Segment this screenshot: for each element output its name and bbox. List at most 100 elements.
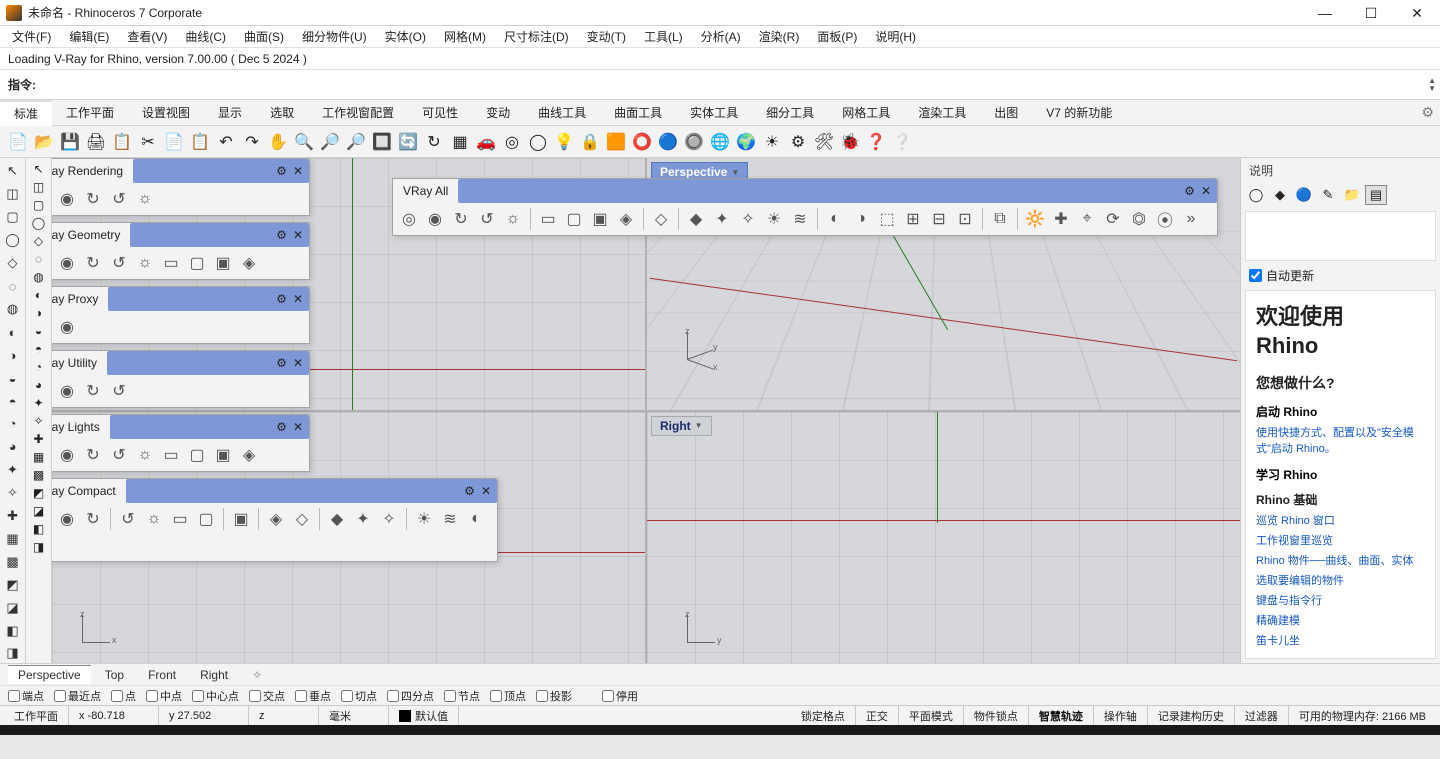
toolbar-tool-icon[interactable]: ◆: [684, 207, 708, 231]
toolbar-tool-icon[interactable]: ≋: [438, 507, 462, 531]
toolbar-tool-icon[interactable]: ▣: [211, 251, 235, 275]
open-file-icon[interactable]: 📂: [32, 130, 56, 154]
osnap-checkbox[interactable]: [536, 690, 548, 702]
menu-item[interactable]: 说明(H): [867, 26, 924, 47]
vray-utility-toolbar[interactable]: VRay Utility⚙✕ ◎◉↻↺: [52, 350, 310, 408]
toolbar-tab[interactable]: 工作平面: [52, 100, 128, 126]
window-maximize-button[interactable]: ☐: [1348, 0, 1394, 26]
left-tool-icon[interactable]: ✦: [33, 396, 43, 410]
toolbar-tab[interactable]: 网格工具: [828, 100, 904, 126]
left-tool-icon[interactable]: ◪: [3, 598, 23, 617]
close-icon[interactable]: ✕: [293, 164, 303, 178]
toolbar-tool-icon[interactable]: ✦: [351, 507, 375, 531]
viewport-label[interactable]: Right ▼: [651, 416, 712, 436]
pen-tab-icon[interactable]: ✎: [1317, 185, 1339, 205]
copy-icon[interactable]: 📄: [162, 130, 186, 154]
left-tool-icon[interactable]: ✦: [3, 460, 23, 479]
toolbar-tool-icon[interactable]: ↻: [81, 379, 105, 403]
rotate-view-icon[interactable]: 🔄: [396, 130, 420, 154]
pan-icon[interactable]: ✋: [266, 130, 290, 154]
toolbar-tab[interactable]: 可见性: [408, 100, 472, 126]
menu-item[interactable]: 面板(P): [809, 26, 865, 47]
toolbar-tool-icon[interactable]: ↻: [81, 443, 105, 467]
toolbar-tool-icon[interactable]: ☀: [412, 507, 436, 531]
vray-compact-toolbar[interactable]: VRay Compact⚙✕ ◎◉↻↺☼▭▢▣◈◇◆✦✧☀≋◐◑: [52, 478, 498, 562]
command-scroll-icon[interactable]: ▲▼: [1428, 77, 1436, 93]
left-tool-icon[interactable]: ◐: [3, 323, 23, 342]
left-tool-icon[interactable]: ✧: [33, 414, 43, 428]
help-tab-icon[interactable]: ▤: [1365, 185, 1387, 205]
left-tool-icon[interactable]: ◪: [33, 504, 44, 518]
left-tool-icon[interactable]: ✧: [3, 483, 23, 502]
toolbar-tool-icon[interactable]: ⊟: [927, 207, 951, 231]
close-icon[interactable]: ✕: [293, 228, 303, 242]
appearance-icon[interactable]: 🔵: [656, 130, 680, 154]
layers-tab-icon[interactable]: ◆: [1269, 185, 1291, 205]
menu-item[interactable]: 文件(F): [4, 26, 59, 47]
toolbar-tool-icon[interactable]: ⬚: [875, 207, 899, 231]
help-link[interactable]: 选取要编辑的物件: [1256, 572, 1425, 588]
toolbar-tool-icon[interactable]: ◉: [423, 207, 447, 231]
left-tool-icon[interactable]: ↖: [3, 162, 23, 181]
toolbar-tab[interactable]: 曲线工具: [524, 100, 600, 126]
close-icon[interactable]: ✕: [481, 484, 491, 498]
toolbar-tab[interactable]: 出图: [980, 100, 1032, 126]
gear-icon[interactable]: ⚙: [276, 292, 287, 306]
print-icon[interactable]: 🖨: [84, 130, 108, 154]
toolbar-tool-icon[interactable]: ◐: [823, 207, 847, 231]
materials-tab-icon[interactable]: 🔵: [1293, 185, 1315, 205]
gear-icon[interactable]: ⚙: [276, 420, 287, 434]
undo-icon[interactable]: ↶: [214, 130, 238, 154]
toolbar-tool-icon[interactable]: ▢: [185, 443, 209, 467]
toolbar-tab[interactable]: 实体工具: [676, 100, 752, 126]
gear-icon[interactable]: ⚙: [786, 130, 810, 154]
left-tool-icon[interactable]: ◯: [3, 231, 23, 250]
close-icon[interactable]: ✕: [293, 420, 303, 434]
left-tool-icon[interactable]: ◧: [33, 522, 44, 536]
sun-icon[interactable]: ☀: [760, 130, 784, 154]
status-toggle[interactable]: 正交: [856, 706, 899, 725]
toolbar-tool-icon[interactable]: ◉: [55, 379, 79, 403]
chevron-down-icon[interactable]: ▼: [695, 421, 703, 430]
osnap-item[interactable]: 中心点: [188, 688, 243, 704]
osnap-item[interactable]: 投影: [532, 688, 576, 704]
osnap-item[interactable]: 中点: [142, 688, 186, 704]
world-icon[interactable]: 🌍: [734, 130, 758, 154]
left-tool-icon[interactable]: ◩: [33, 486, 44, 500]
toolbar-tool-icon[interactable]: ↺: [107, 443, 131, 467]
left-tool-icon[interactable]: ◨: [3, 644, 23, 663]
toolbar-tab[interactable]: 渲染工具: [904, 100, 980, 126]
toolbar-tool-icon[interactable]: ◎: [52, 443, 53, 467]
status-toggle[interactable]: 智慧轨迹: [1029, 706, 1094, 725]
help-link[interactable]: 笛卡儿坐: [1256, 632, 1425, 648]
left-tool-icon[interactable]: ◒: [3, 369, 23, 388]
left-tool-icon[interactable]: ◓: [35, 342, 42, 356]
redo-icon[interactable]: ↷: [240, 130, 264, 154]
left-tool-icon[interactable]: ◒: [35, 324, 42, 338]
help-link[interactable]: 精确建模: [1256, 612, 1425, 628]
close-icon[interactable]: ✕: [293, 356, 303, 370]
window-minimize-button[interactable]: —: [1302, 0, 1348, 26]
viewport-right[interactable]: Right ▼ zy: [647, 412, 1240, 664]
osnap-item[interactable]: 停用: [598, 688, 642, 704]
toolbar-tool-icon[interactable]: ◑: [849, 207, 873, 231]
status-toggle[interactable]: 平面模式: [899, 706, 964, 725]
toolbar-tab[interactable]: 显示: [204, 100, 256, 126]
osnap-item[interactable]: 交点: [245, 688, 289, 704]
zoom-extents-icon[interactable]: 🔎: [318, 130, 342, 154]
new-file-icon[interactable]: 📄: [6, 130, 30, 154]
vray-all-toolbar[interactable]: VRay All⚙✕ ◎◉↻↺☼▭▢▣◈◇◆✦✧☀≋◐◑⬚⊞⊟⊡⧉🔆✚⌖⟳⏣⦿»: [392, 178, 1218, 236]
save-icon[interactable]: 💾: [58, 130, 82, 154]
help-link[interactable]: 巡览 Rhino 窗口: [1256, 512, 1425, 528]
toolbar-tool-icon[interactable]: ✧: [736, 207, 760, 231]
folder-tab-icon[interactable]: 📁: [1341, 185, 1363, 205]
vray-icon[interactable]: ❓: [864, 130, 888, 154]
osnap-checkbox[interactable]: [602, 690, 614, 702]
toolbar-tab[interactable]: 选取: [256, 100, 308, 126]
toolbar-tool-icon[interactable]: ◉: [55, 507, 79, 531]
toolbar-tool-icon[interactable]: ◎: [397, 207, 421, 231]
toolbar-tool-icon[interactable]: ◉: [55, 315, 79, 339]
left-tool-icon[interactable]: ▩: [33, 468, 44, 482]
toolbar-tool-icon[interactable]: ◈: [237, 251, 261, 275]
toolbar-tool-icon[interactable]: ↺: [107, 187, 131, 211]
